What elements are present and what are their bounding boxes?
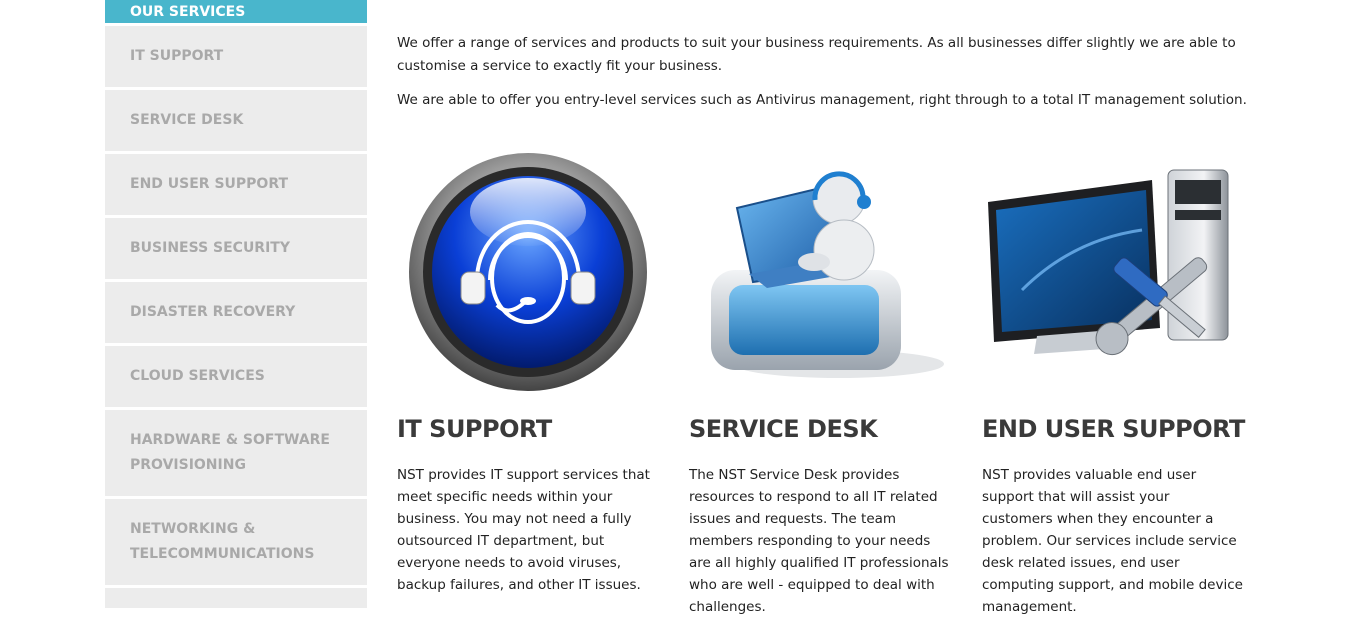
service-description: NST provides IT support services that me… [397,467,650,593]
sidebar-item-it-support[interactable]: IT SUPPORT [105,26,367,87]
intro-paragraph-secondary: We are able to offer you entry-level ser… [397,92,1247,108]
service-description: The NST Service Desk provides resources … [689,467,949,615]
sidebar-item-more[interactable] [105,588,367,608]
sidebar-item-label: SERVICE DESK [130,112,244,128]
service-title: SERVICE DESK [689,415,878,443]
service-desk-icon [689,150,951,395]
services-sidebar: OUR SERVICES IT SUPPORT SERVICE DESK END… [105,0,367,611]
sidebar-item-label: TELECOMMUNICATIONS [130,546,315,562]
sidebar-item-business-security[interactable]: BUSINESS SECURITY [105,218,367,279]
sidebar-item-label: DISASTER RECOVERY [130,304,296,320]
sidebar-item-hardware-software[interactable]: HARDWARE & SOFTWARE PROVISIONING [105,410,367,496]
intro-paragraph: We offer a range of services and product… [397,35,1236,74]
sidebar-item-label: END USER SUPPORT [130,176,289,192]
sidebar-item-cloud-services[interactable]: CLOUD SERVICES [105,346,367,407]
service-card-service-desk: SERVICE DESK The NST Service Desk provid… [689,150,951,615]
sidebar-item-label: HARDWARE & SOFTWARE [130,432,330,448]
sidebar-item-label: NETWORKING & [130,521,256,537]
service-title: END USER SUPPORT [982,415,1245,443]
headset-icon [397,150,659,395]
service-description: NST provides valuable end user support t… [982,467,1243,615]
service-card-it-support: IT SUPPORT NST provides IT support servi… [397,150,659,593]
sidebar-item-disaster-recovery[interactable]: DISASTER RECOVERY [105,282,367,343]
sidebar-item-label: OUR SERVICES [130,4,246,20]
sidebar-item-label: PROVISIONING [130,457,246,473]
service-card-end-user-support: END USER SUPPORT NST provides valuable e… [982,150,1245,615]
service-title: IT SUPPORT [397,415,552,443]
computer-tools-icon [982,150,1244,395]
sidebar-item-networking[interactable]: NETWORKING & TELECOMMUNICATIONS [105,499,367,585]
sidebar-item-label: BUSINESS SECURITY [130,240,290,256]
sidebar-item-label: IT SUPPORT [130,48,224,64]
sidebar-item-service-desk[interactable]: SERVICE DESK [105,90,367,151]
sidebar-item-our-services[interactable]: OUR SERVICES [105,0,367,23]
sidebar-item-label: CLOUD SERVICES [130,368,265,384]
sidebar-item-end-user-support[interactable]: END USER SUPPORT [105,154,367,215]
